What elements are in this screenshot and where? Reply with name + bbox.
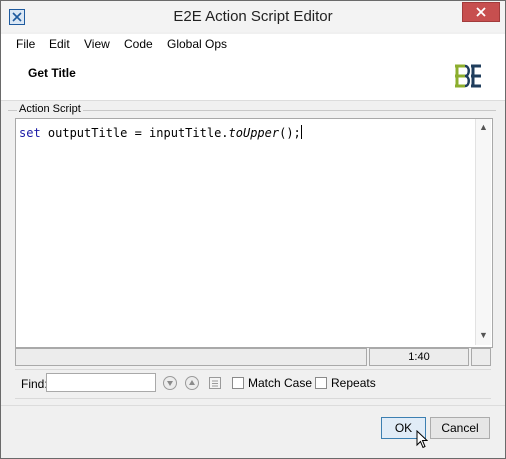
- editor-window: E2E Action Script Editor File Edit View …: [0, 0, 506, 459]
- menu-edit[interactable]: Edit: [49, 37, 70, 51]
- find-previous-button[interactable]: [184, 375, 200, 391]
- title-bar[interactable]: E2E Action Script Editor: [1, 1, 505, 32]
- script-editor[interactable]: set outputTitle = inputTitle.toUpper();: [15, 118, 493, 348]
- button-separator: [1, 405, 505, 406]
- window-title: E2E Action Script Editor: [173, 8, 333, 25]
- scroll-up-icon[interactable]: ▲: [479, 122, 488, 132]
- menu-file[interactable]: File: [16, 37, 35, 51]
- find-bar: Find: Match Case Repeats: [15, 369, 491, 399]
- arrow-up-icon: [185, 376, 199, 390]
- scroll-down-icon[interactable]: ▼: [479, 330, 488, 340]
- code-call-end: ();: [279, 126, 301, 140]
- menu-code[interactable]: Code: [124, 37, 153, 51]
- menu-view[interactable]: View: [84, 37, 110, 51]
- menu-global-ops[interactable]: Global Ops: [167, 37, 227, 51]
- repeats-label: Repeats: [331, 376, 376, 390]
- arrow-down-icon: [163, 376, 177, 390]
- match-case-label: Match Case: [248, 376, 313, 390]
- find-label: Find:: [21, 377, 48, 391]
- text-caret: [300, 125, 302, 139]
- code-line: set outputTitle = inputTitle.toUpper();: [19, 125, 302, 140]
- find-next-button[interactable]: [162, 375, 178, 391]
- list-icon: [209, 377, 221, 389]
- code-assignment: outputTitle = inputTitle.: [40, 126, 229, 140]
- menu-bar: File Edit View Code Global Ops: [1, 34, 505, 54]
- close-icon: [476, 7, 486, 17]
- repeats-checkbox[interactable]: [315, 377, 327, 389]
- status-extra: [471, 348, 491, 366]
- action-script-label: Action Script: [17, 103, 83, 115]
- mouse-pointer-icon: [416, 430, 428, 449]
- cancel-button[interactable]: Cancel: [430, 417, 490, 439]
- code-keyword: set: [19, 126, 41, 140]
- e2e-logo: [455, 64, 481, 88]
- header-panel: Get Title: [1, 54, 505, 101]
- vertical-scrollbar[interactable]: ▲ ▼: [475, 119, 491, 345]
- close-button[interactable]: [462, 2, 500, 22]
- code-function: toUpper: [228, 126, 280, 140]
- cursor-position: 1:40: [369, 348, 469, 366]
- match-case-checkbox[interactable]: [232, 377, 244, 389]
- find-all-button[interactable]: [207, 375, 223, 391]
- status-message: [15, 348, 367, 366]
- page-title: Get Title: [28, 66, 76, 80]
- find-input[interactable]: [46, 373, 156, 392]
